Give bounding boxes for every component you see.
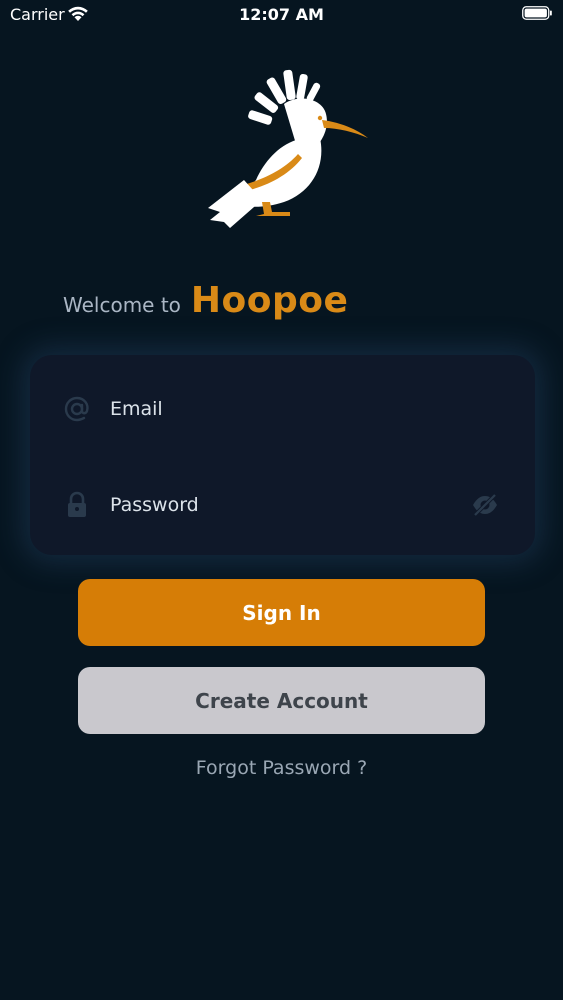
status-bar: Carrier 12:07 AM xyxy=(0,0,563,30)
at-sign-icon xyxy=(64,396,89,422)
email-field-row xyxy=(30,379,535,439)
welcome-heading: Welcome to Hoopoe xyxy=(63,280,348,330)
password-field-row xyxy=(30,475,535,535)
welcome-label: Welcome to xyxy=(63,293,181,317)
app-name: Hoopoe xyxy=(190,280,349,321)
email-input[interactable] xyxy=(110,389,460,429)
create-account-button[interactable]: Create Account xyxy=(78,667,485,734)
password-input[interactable] xyxy=(110,485,460,525)
forgot-password-link[interactable]: Forgot Password ? xyxy=(0,757,563,779)
lock-icon xyxy=(68,491,86,517)
eye-slash-icon[interactable] xyxy=(470,490,500,520)
sign-in-button[interactable]: Sign In xyxy=(78,579,485,646)
battery-icon xyxy=(522,6,552,20)
clock-time: 12:07 AM xyxy=(239,5,324,24)
login-card xyxy=(30,355,535,555)
hoopoe-logo-icon xyxy=(208,69,368,228)
